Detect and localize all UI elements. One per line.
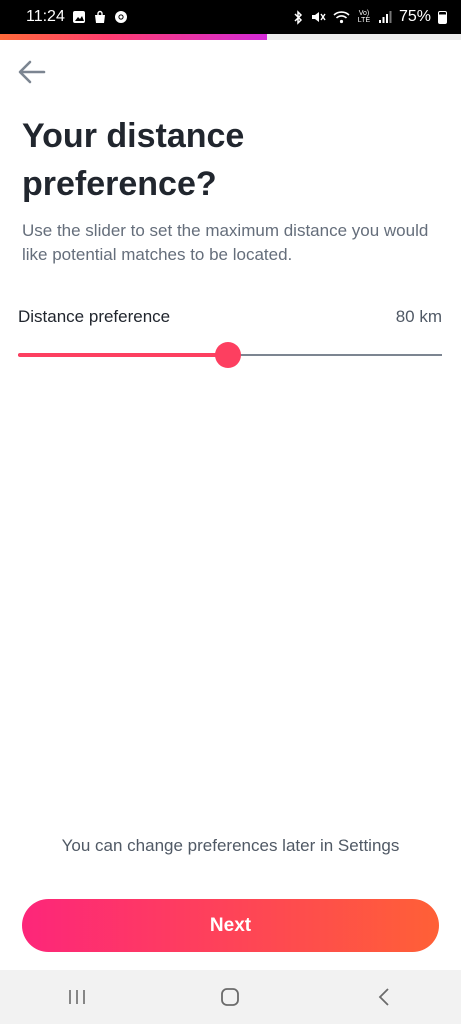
preferences-note: You can change preferences later in Sett… — [61, 836, 400, 855]
wifi-icon — [333, 10, 350, 24]
gallery-icon — [72, 10, 86, 24]
distance-slider-thumb[interactable] — [214, 342, 241, 368]
page-title: Your distance preference? — [22, 117, 245, 203]
status-bar: 11:24 Vo) LTE 75% — [0, 0, 461, 34]
signal-icon — [378, 10, 392, 24]
onboarding-progress — [0, 34, 461, 40]
onboarding-progress-fill — [0, 34, 268, 40]
recents-icon — [69, 990, 85, 1004]
distance-slider[interactable] — [18, 340, 442, 372]
next-button[interactable]: Next — [22, 899, 439, 952]
screen: 11:24 Vo) LTE 75% Your distance preferen… — [0, 0, 461, 1024]
status-right: Vo) LTE 75% — [293, 8, 447, 26]
page-subtitle: Use the slider to set the maximum distan… — [22, 221, 429, 264]
lte-label: Vo) LTE — [357, 10, 371, 24]
chevron-left-icon — [378, 988, 389, 1006]
home-button[interactable] — [200, 977, 260, 1017]
arrow-left-icon — [18, 60, 46, 84]
distance-label: Distance preference — [18, 307, 171, 326]
back-button[interactable] — [12, 52, 52, 92]
status-time: 11:24 — [26, 8, 65, 25]
system-nav-bar — [0, 970, 461, 1024]
battery-percent: 75% — [398, 8, 431, 25]
bluetooth-icon — [293, 9, 304, 25]
shopping-bag-icon — [93, 10, 107, 24]
system-back-button[interactable] — [354, 977, 414, 1017]
chrome-icon — [114, 10, 128, 24]
mute-icon — [311, 10, 326, 24]
battery-icon — [438, 10, 447, 24]
distance-value: 80 km — [395, 307, 442, 326]
status-left: 11:24 — [26, 8, 128, 26]
recents-button[interactable] — [47, 977, 107, 1017]
home-icon — [221, 988, 240, 1006]
distance-slider-fill — [18, 353, 228, 357]
